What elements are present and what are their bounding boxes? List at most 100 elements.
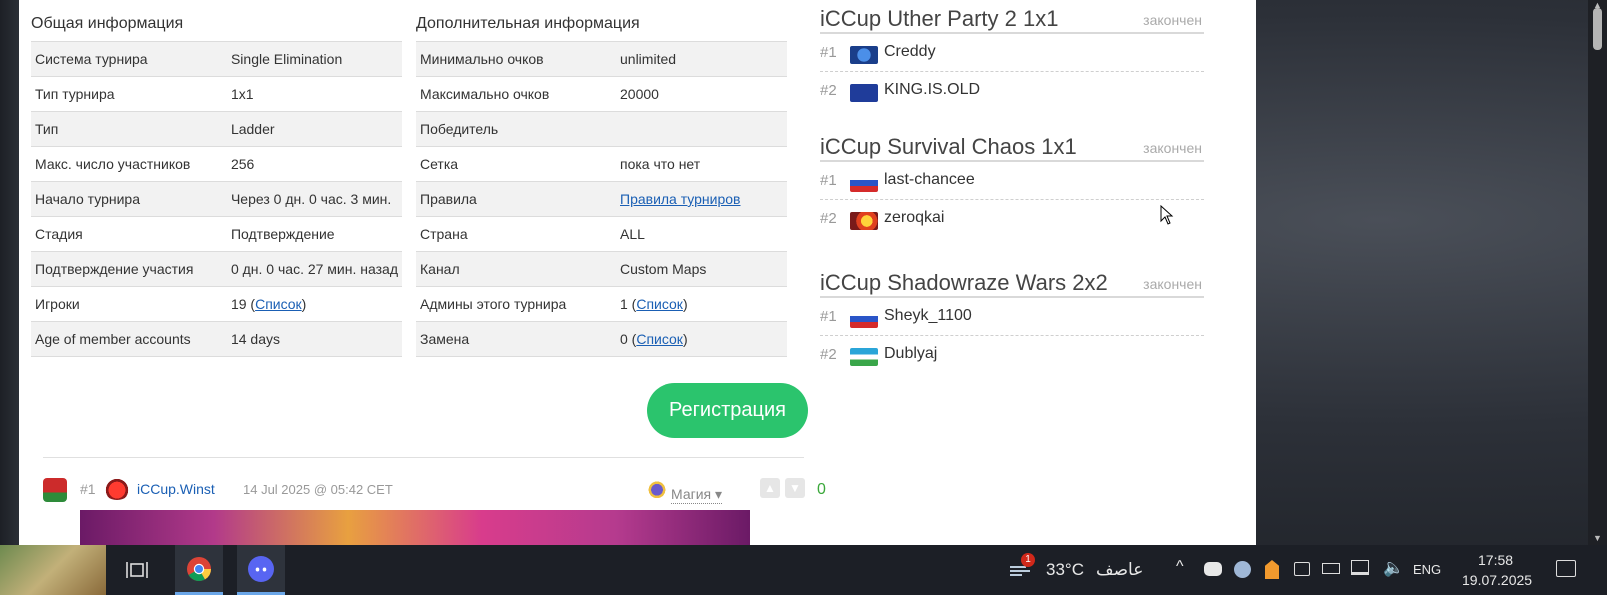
input-language[interactable]: ENG	[1413, 562, 1441, 577]
row-key: Победитель	[416, 111, 616, 147]
tournament-name-link[interactable]: iCCup Shadowraze Wars 2x2	[820, 270, 1108, 296]
app-tray-icon[interactable]	[1265, 560, 1279, 579]
scroll-down-icon[interactable]: ▼	[1592, 533, 1603, 543]
weather-temperature[interactable]: 33°C	[1046, 560, 1084, 580]
list-item: #2 KING.IS.OLD	[820, 72, 1204, 110]
row-key: Максимально очков	[416, 76, 616, 112]
row-value: ALL	[616, 216, 787, 252]
comment-author-link[interactable]: iCCup.Winst	[137, 481, 215, 497]
row-value: Ladder	[226, 111, 402, 147]
chrome-icon[interactable]	[175, 545, 223, 595]
row-value: 256	[226, 146, 402, 182]
row-key: Игроки	[31, 286, 227, 322]
row-key: Макс. число участников	[31, 146, 227, 182]
clock-time[interactable]: 17:58	[1478, 552, 1513, 568]
table-row: Минимально очков unlimited	[416, 41, 787, 77]
row-key: Тип	[31, 111, 227, 147]
task-view-icon[interactable]	[113, 545, 161, 595]
comment-header: #1 iCCup.Winst 14 Jul 2025 @ 05:42 CET М…	[43, 478, 826, 504]
race-dropdown[interactable]: Магия ▾	[671, 486, 723, 504]
admins-list-link[interactable]: Список	[636, 296, 683, 312]
row-key: Age of member accounts	[31, 321, 227, 357]
tournament-status: закончен	[1143, 276, 1202, 292]
tournament-header: iCCup Uther Party 2 1x1 закончен	[820, 6, 1204, 34]
battery-icon[interactable]	[1322, 563, 1340, 574]
table-row: Админы этого турнира 1 (Список)	[416, 286, 787, 322]
rank: #1	[820, 172, 837, 189]
list-item: #1 Creddy	[820, 34, 1204, 72]
comment-date: 14 Jul 2025 @ 05:42 CET	[243, 482, 393, 497]
player-name-link[interactable]: last-chancee	[884, 171, 975, 189]
players-count: 19 (	[230, 296, 256, 312]
table-row: Тип Ladder	[31, 111, 402, 147]
row-key: Сетка	[416, 146, 616, 182]
clock-date[interactable]: 19.07.2025	[1462, 572, 1532, 588]
player-name-link[interactable]: zeroqkai	[884, 209, 944, 227]
replacement-list-link[interactable]: Список	[636, 331, 683, 347]
row-value: Через 0 дн. 0 час. 3 мин.	[226, 181, 402, 217]
discord-tray-icon[interactable]	[1204, 562, 1222, 576]
row-key: Минимально очков	[416, 41, 616, 77]
row-key: Система турнира	[31, 41, 227, 77]
tournament-name-link[interactable]: iCCup Uther Party 2 1x1	[820, 6, 1058, 32]
row-key: Стадия	[31, 216, 227, 252]
replacement-count: 0 (	[620, 331, 637, 347]
steam-tray-icon[interactable]	[1234, 561, 1251, 578]
rank: #1	[820, 44, 837, 61]
volume-icon[interactable]: 🔈	[1383, 558, 1404, 578]
player-name-link[interactable]: KING.IS.OLD	[884, 81, 980, 99]
tournament-name-link[interactable]: iCCup Survival Chaos 1x1	[820, 134, 1077, 160]
additional-info-table: Минимально очков unlimited Максимально оч…	[416, 41, 787, 357]
row-key: Тип турнира	[31, 76, 227, 112]
row-value: Single Elimination	[226, 41, 402, 77]
register-button[interactable]: Регистрация	[647, 383, 808, 438]
device-tray-icon[interactable]	[1294, 562, 1310, 576]
rank: #1	[820, 308, 837, 325]
players-list-link[interactable]: Список	[255, 296, 302, 312]
row-key: Страна	[416, 216, 616, 252]
custom-flag-icon	[850, 212, 878, 230]
comment-score: 0	[817, 481, 826, 498]
rules-link[interactable]: Правила турниров	[620, 191, 741, 207]
user-avatar[interactable]	[103, 478, 131, 500]
row-value: 0 (Список)	[616, 321, 787, 357]
table-row: Страна ALL	[416, 216, 787, 252]
player-name-link[interactable]: Dublyaj	[884, 345, 937, 363]
start-button[interactable]	[0, 545, 106, 595]
admins-count: 1 (	[620, 296, 637, 312]
tournament-header: iCCup Shadowraze Wars 2x2 закончен	[820, 270, 1204, 298]
row-key: Правила	[416, 181, 616, 217]
row-key: Подтверждение участия	[31, 251, 227, 287]
discord-icon[interactable]	[237, 545, 285, 595]
comment-number: #1	[80, 481, 96, 497]
table-row: Подтверждение участия 0 дн. 0 час. 27 мин…	[31, 251, 402, 287]
scrollbar-thumb[interactable]	[1593, 8, 1602, 50]
row-value: 0 дн. 0 час. 27 мин. назад	[226, 251, 402, 287]
weather-badge: 1	[1021, 553, 1035, 567]
table-row: Стадия Подтверждение	[31, 216, 402, 252]
tournament-card: iCCup Shadowraze Wars 2x2 закончен #1 Sh…	[820, 270, 1204, 374]
thumbs-up-icon[interactable]: ▲	[760, 478, 780, 498]
notifications-icon[interactable]	[1556, 560, 1576, 577]
network-icon[interactable]	[1351, 560, 1369, 575]
table-row: Начало турнира Через 0 дн. 0 час. 3 мин.	[31, 181, 402, 217]
author-flag-avatar	[43, 478, 67, 502]
table-row: Система турнира Single Elimination	[31, 41, 402, 77]
page-scrollbar[interactable]: ▲ ▼	[1588, 0, 1607, 545]
uz-flag-icon	[850, 348, 878, 366]
eu-flag-icon	[850, 84, 878, 102]
player-name-link[interactable]: Sheyk_1100	[884, 307, 972, 325]
chevron-up-icon[interactable]: ^	[1176, 558, 1184, 576]
rank: #2	[820, 346, 837, 363]
row-key: Замена	[416, 321, 616, 357]
paren-close: )	[301, 296, 307, 312]
weather-condition[interactable]: عاصف	[1096, 560, 1143, 580]
divider	[43, 457, 804, 458]
row-value: 1x1	[226, 76, 402, 112]
tournament-status: закончен	[1143, 12, 1202, 28]
table-row: Победитель	[416, 111, 787, 147]
player-name-link[interactable]: Creddy	[884, 43, 936, 61]
page-background-left	[0, 0, 19, 545]
row-value	[616, 111, 787, 147]
thumbs-down-icon[interactable]: ▼	[785, 478, 805, 498]
